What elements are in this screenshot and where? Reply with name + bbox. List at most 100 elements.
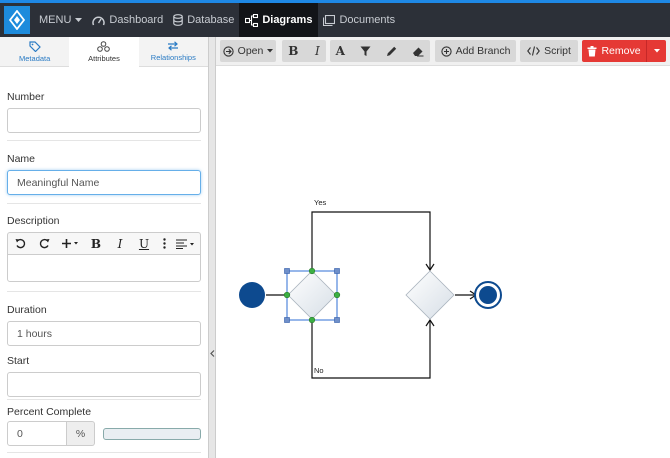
caret-down-icon [75, 17, 83, 22]
add-branch-label: Add Branch [455, 45, 511, 57]
more-icon [162, 238, 166, 249]
bold-button[interactable]: B [84, 234, 108, 254]
duration-group: Duration 1 hours [0, 304, 208, 346]
description-label: Description [7, 215, 60, 227]
undo-button[interactable] [8, 234, 32, 254]
code-icon [527, 46, 540, 56]
bold-button[interactable]: B [288, 44, 298, 58]
italic-button[interactable]: I [315, 44, 320, 58]
pencil-icon[interactable] [386, 46, 397, 57]
remove-button[interactable]: Remove [582, 40, 646, 62]
nav-diagrams[interactable]: Diagrams [239, 3, 319, 37]
dashboard-icon [92, 15, 106, 25]
font-button[interactable]: A [336, 44, 345, 58]
format-group: A [330, 40, 430, 62]
properties-tabs: Metadata Attributes Relationships [0, 37, 208, 67]
caret-down-icon [653, 49, 660, 53]
more-options-button[interactable] [156, 234, 172, 254]
name-input[interactable]: Meaningful Name [7, 170, 201, 195]
duration-label: Duration [7, 304, 47, 316]
percent-group: Percent Complete 0 % [0, 406, 208, 446]
number-input[interactable] [7, 108, 201, 133]
app-logo[interactable] [4, 6, 30, 34]
tab-attributes[interactable]: Attributes [69, 37, 139, 67]
filter-icon[interactable] [360, 46, 371, 57]
add-branch-button[interactable]: Add Branch [435, 40, 516, 62]
name-label: Name [7, 153, 36, 165]
redo-icon [39, 238, 49, 249]
tag-icon [29, 40, 41, 52]
tab-relationships[interactable]: Relationships [139, 37, 208, 66]
tab-relationships-label: Relationships [150, 53, 196, 62]
nav-documents-label: Documents [339, 14, 396, 26]
panel-splitter[interactable] [208, 37, 216, 458]
redo-button[interactable] [32, 234, 56, 254]
italic-button[interactable]: I [108, 234, 132, 254]
script-button[interactable]: Script [520, 40, 578, 62]
end-event-inner [479, 286, 497, 304]
insert-dropdown[interactable] [56, 234, 84, 254]
script-label: Script [544, 45, 571, 57]
attributes-icon [97, 40, 111, 52]
divider [7, 291, 201, 292]
caret-down-icon [267, 49, 274, 53]
diagram-canvas[interactable]: Yes No [216, 66, 670, 458]
percent-input[interactable]: 0 [7, 421, 67, 446]
undo-icon [15, 238, 25, 249]
nav-dashboard[interactable]: Dashboard [87, 3, 168, 37]
divider [7, 203, 201, 204]
nav-dashboard-label: Dashboard [109, 14, 164, 26]
plus-icon [62, 239, 78, 248]
nav-documents[interactable]: Documents [318, 3, 400, 37]
document-icon [323, 14, 336, 26]
collapse-panel-button[interactable] [209, 345, 215, 361]
start-label: Start [7, 355, 30, 367]
nav-diagrams-label: Diagrams [262, 14, 313, 26]
tab-metadata[interactable]: Metadata [0, 37, 69, 66]
open-button[interactable]: Open [220, 40, 276, 62]
nav-database[interactable]: Database [168, 3, 239, 37]
description-group: Description B I U [0, 215, 208, 282]
name-group: Name Meaningful Name [0, 153, 208, 195]
decision-node-selected[interactable] [287, 270, 337, 320]
database-icon [173, 14, 184, 26]
start-input[interactable] [7, 372, 201, 397]
percent-input-group: 0 % [7, 421, 95, 446]
remove-label: Remove [601, 45, 641, 57]
description-editor[interactable] [7, 254, 201, 282]
eraser-icon[interactable] [412, 46, 424, 57]
percent-progress-bar [103, 428, 201, 440]
swap-icon [168, 41, 179, 51]
tab-metadata-label: Metadata [19, 53, 51, 63]
percent-label: Percent Complete [7, 406, 92, 418]
diagram-icon [245, 13, 259, 27]
align-dropdown[interactable] [172, 234, 200, 254]
percent-unit: % [67, 421, 95, 446]
arrow-circle-right-icon [223, 45, 234, 57]
app-window: MENU Dashboard Database Diagrams Documen… [0, 0, 670, 458]
diagram-toolbar: Open B I A Add Branch Script Remove [216, 37, 670, 66]
divider [7, 452, 201, 453]
text-style-group: B I [282, 40, 326, 62]
start-group: Start [0, 355, 208, 397]
no-branch-label: No [314, 366, 324, 375]
menu-label: MENU [39, 14, 72, 26]
duration-input[interactable]: 1 hours [7, 321, 201, 346]
yes-branch-label: Yes [314, 198, 326, 207]
remove-dropdown-button[interactable] [646, 40, 666, 62]
merge-gateway-node[interactable] [405, 270, 455, 320]
plus-circle-icon [440, 45, 452, 57]
menu-dropdown[interactable]: MENU [34, 3, 87, 37]
align-left-icon [176, 238, 194, 249]
underline-button[interactable]: U [132, 234, 156, 254]
open-label: Open [237, 45, 264, 57]
start-event-node[interactable] [239, 282, 265, 308]
top-navbar: MENU Dashboard Database Diagrams Documen… [0, 0, 670, 37]
properties-panel: Metadata Attributes Relationships Number [0, 37, 208, 458]
tab-attributes-label: Attributes [88, 53, 120, 63]
number-group: Number [0, 91, 208, 133]
divider [7, 140, 201, 141]
number-label: Number [7, 91, 45, 103]
nav-database-label: Database [187, 14, 235, 26]
logo-icon [9, 10, 25, 30]
